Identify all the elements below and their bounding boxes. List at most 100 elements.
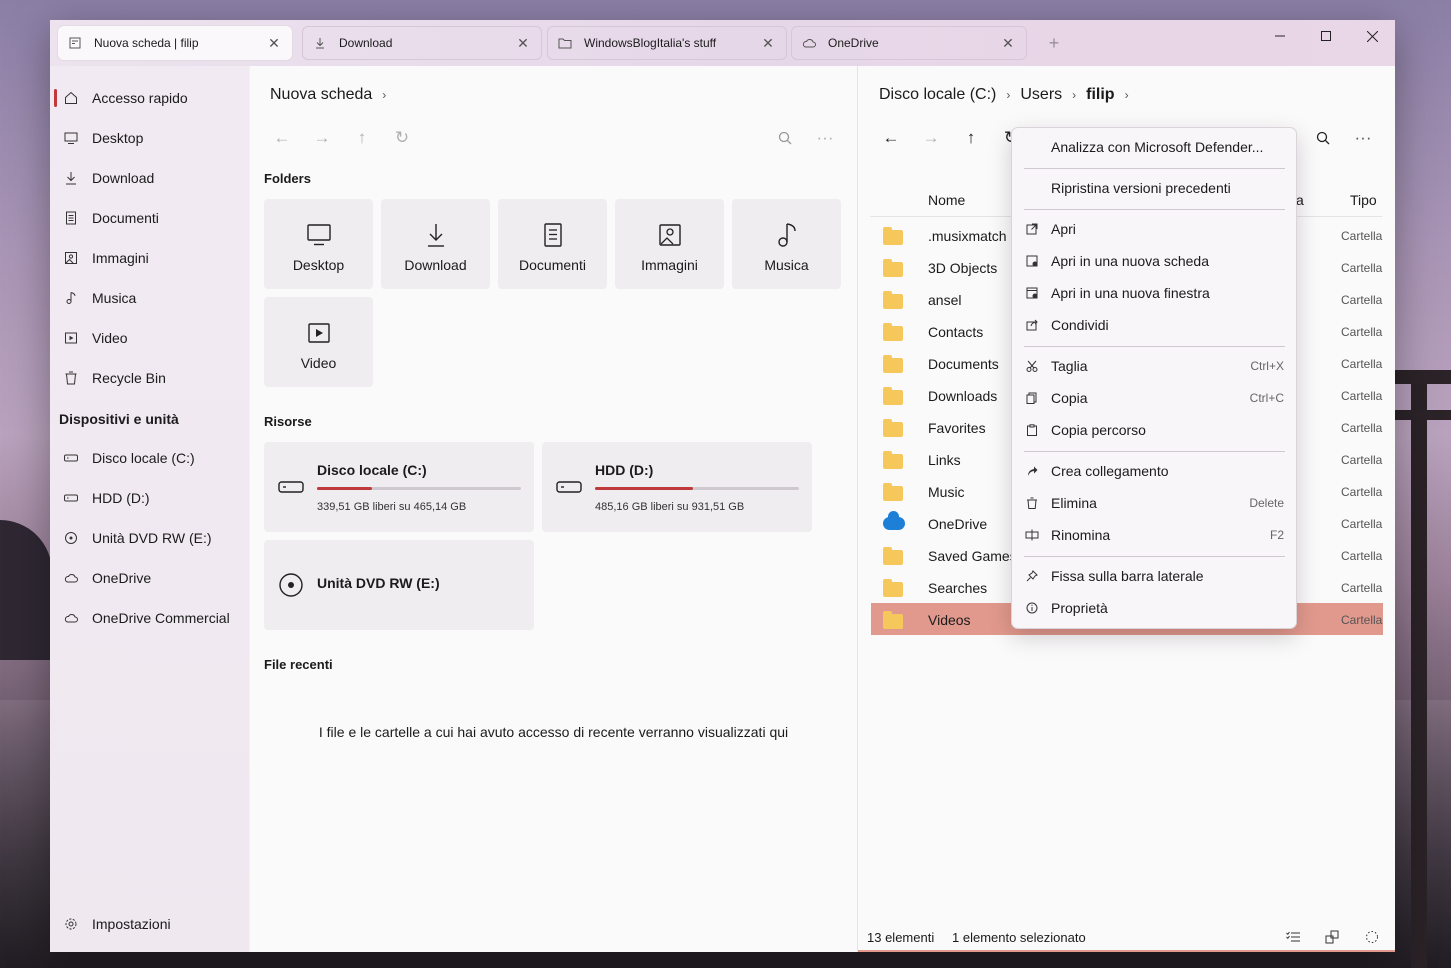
- tab-download[interactable]: Download ✕: [302, 26, 542, 60]
- folder-tile-musica[interactable]: Musica: [732, 199, 841, 289]
- column-header-type[interactable]: Tipo: [1350, 192, 1377, 208]
- sidebar-item-hdd-d[interactable]: HDD (D:): [54, 480, 244, 516]
- back-button[interactable]: ←: [879, 128, 903, 148]
- new-tab-button[interactable]: +: [1043, 32, 1065, 54]
- recycle-bin-icon: [64, 371, 78, 385]
- menu-item[interactable]: Proprietà: [1016, 593, 1292, 623]
- column-header-name[interactable]: Nome: [928, 192, 965, 208]
- menu-item[interactable]: Elimina Delete: [1016, 488, 1292, 518]
- folder-icon: [883, 419, 903, 437]
- sidebar-item-immagini[interactable]: Immagini: [54, 240, 244, 276]
- minimize-button[interactable]: [1257, 20, 1303, 52]
- more-options-button[interactable]: ···: [813, 128, 837, 148]
- file-name: .musixmatch: [928, 228, 1007, 244]
- menu-item-label: Apri in una nuova finestra: [1051, 285, 1210, 301]
- recent-empty-message: I file e le cartelle a cui hai avuto acc…: [318, 724, 789, 740]
- menu-item-label: Apri in una nuova scheda: [1051, 253, 1209, 269]
- folder-icon: [883, 227, 903, 245]
- sidebar-item-documenti[interactable]: Documenti: [54, 200, 244, 236]
- forward-button[interactable]: →: [310, 128, 334, 148]
- breadcrumb-item[interactable]: filip: [1086, 86, 1114, 104]
- sidebar-item-onedrive[interactable]: OneDrive: [54, 560, 244, 596]
- search-button[interactable]: [773, 128, 797, 148]
- layout-grid-button[interactable]: [1323, 928, 1341, 946]
- sidebar-item-recycle-bin[interactable]: Recycle Bin: [54, 360, 244, 396]
- tab-windowsblogitalia[interactable]: WindowsBlogItalia's stuff ✕: [547, 26, 787, 60]
- folder-tile-desktop[interactable]: Desktop: [264, 199, 373, 289]
- tab-onedrive[interactable]: OneDrive ✕: [791, 26, 1027, 60]
- sidebar-item-download[interactable]: Download: [54, 160, 244, 196]
- cloud-icon: [64, 611, 78, 625]
- menu-item[interactable]: Analizza con Microsoft Defender...: [1016, 132, 1292, 162]
- sidebar-item-desktop[interactable]: Desktop: [54, 120, 244, 156]
- sidebar-item-musica[interactable]: Musica: [54, 280, 244, 316]
- drive-usage-fill: [317, 487, 373, 490]
- menu-item[interactable]: Copia Ctrl+C: [1016, 383, 1292, 413]
- menu-item[interactable]: Rinomina F2: [1016, 520, 1292, 550]
- chevron-right-icon[interactable]: ›: [382, 88, 386, 102]
- settings-button[interactable]: Impostazioni: [54, 906, 244, 942]
- maximize-button[interactable]: [1303, 20, 1349, 52]
- sidebar-item-accesso-rapido[interactable]: Accesso rapido: [54, 80, 244, 116]
- drive-usage-bar: [595, 487, 799, 490]
- layout-details-button[interactable]: [1284, 928, 1302, 946]
- folder-tile-video[interactable]: Video: [264, 297, 373, 387]
- folder-icon: [883, 451, 903, 469]
- breadcrumb-item[interactable]: Users: [1020, 86, 1062, 104]
- menu-item[interactable]: Ripristina versioni precedenti: [1016, 173, 1292, 203]
- menu-item[interactable]: Crea collegamento: [1016, 456, 1292, 486]
- file-type: Cartella: [1341, 517, 1383, 531]
- sidebar-item-label: Unità DVD RW (E:): [92, 530, 212, 546]
- menu-item[interactable]: Condividi: [1016, 310, 1292, 340]
- menu-item-label: Ripristina versioni precedenti: [1051, 180, 1231, 196]
- title-bar: Nuova scheda | filip ✕ Download ✕ Window…: [50, 20, 1395, 66]
- tab-close-icon[interactable]: ✕: [266, 35, 282, 51]
- sidebar-item-video[interactable]: Video: [54, 320, 244, 356]
- back-button[interactable]: ←: [270, 128, 294, 148]
- sidebar-item-dvd-e[interactable]: Unità DVD RW (E:): [54, 520, 244, 556]
- folder-tile-label: Desktop: [292, 257, 345, 273]
- drive-card-c[interactable]: Disco locale (C:) 339,51 GB liberi su 46…: [264, 442, 534, 532]
- chevron-right-icon[interactable]: ›: [1072, 88, 1076, 102]
- drive-free-space: 485,16 GB liberi su 931,51 GB: [595, 501, 745, 513]
- menu-item[interactable]: Fissa sulla barra laterale: [1016, 561, 1292, 591]
- search-icon: [1316, 131, 1330, 145]
- tab-close-icon[interactable]: ✕: [1000, 35, 1016, 51]
- drive-card-d[interactable]: HDD (D:) 485,16 GB liberi su 931,51 GB: [542, 442, 812, 532]
- column-header-partial[interactable]: a: [1296, 192, 1304, 208]
- breadcrumb-item[interactable]: Nuova scheda: [270, 86, 372, 104]
- minimize-icon: [1275, 35, 1285, 37]
- chevron-right-icon[interactable]: ›: [1125, 88, 1129, 102]
- menu-item[interactable]: Apri in una nuova finestra: [1016, 278, 1292, 308]
- search-button[interactable]: [1311, 128, 1335, 148]
- close-button[interactable]: [1349, 20, 1395, 52]
- progress-button[interactable]: [1363, 928, 1381, 946]
- menu-item-shortcut: F2: [1269, 528, 1284, 542]
- chevron-right-icon[interactable]: ›: [1006, 88, 1010, 102]
- more-options-button[interactable]: ···: [1351, 128, 1375, 148]
- folder-icon: [883, 291, 903, 309]
- menu-item[interactable]: Copia percorso: [1016, 415, 1292, 445]
- selection-count: 1 elemento selezionato: [952, 930, 1086, 945]
- menu-item[interactable]: Apri in una nuova scheda: [1016, 246, 1292, 276]
- file-type: Cartella: [1341, 421, 1383, 435]
- menu-item-label: Taglia: [1051, 358, 1088, 374]
- menu-item[interactable]: Apri: [1016, 214, 1292, 244]
- drive-free-space: 339,51 GB liberi su 465,14 GB: [317, 501, 467, 513]
- up-button[interactable]: ↑: [959, 128, 983, 148]
- folder-tile-documenti[interactable]: Documenti: [498, 199, 607, 289]
- tab-nuova-scheda[interactable]: Nuova scheda | filip ✕: [58, 26, 292, 60]
- drive-card-e[interactable]: Unità DVD RW (E:): [264, 540, 534, 630]
- tab-close-icon[interactable]: ✕: [760, 35, 776, 51]
- folder-tile-download[interactable]: Download: [381, 199, 490, 289]
- sidebar-item-onedrive-commercial[interactable]: OneDrive Commercial: [54, 600, 244, 636]
- refresh-button[interactable]: ↻: [390, 128, 414, 148]
- sidebar-item-disco-locale-c[interactable]: Disco locale (C:): [54, 440, 244, 476]
- menu-item[interactable]: Taglia Ctrl+X: [1016, 351, 1292, 381]
- breadcrumb-item[interactable]: Disco locale (C:): [879, 86, 996, 104]
- up-button[interactable]: ↑: [350, 128, 374, 148]
- forward-button[interactable]: →: [919, 128, 943, 148]
- tab-close-icon[interactable]: ✕: [515, 35, 531, 51]
- sidebar-item-label: OneDrive Commercial: [92, 610, 230, 626]
- folder-tile-immagini[interactable]: Immagini: [615, 199, 724, 289]
